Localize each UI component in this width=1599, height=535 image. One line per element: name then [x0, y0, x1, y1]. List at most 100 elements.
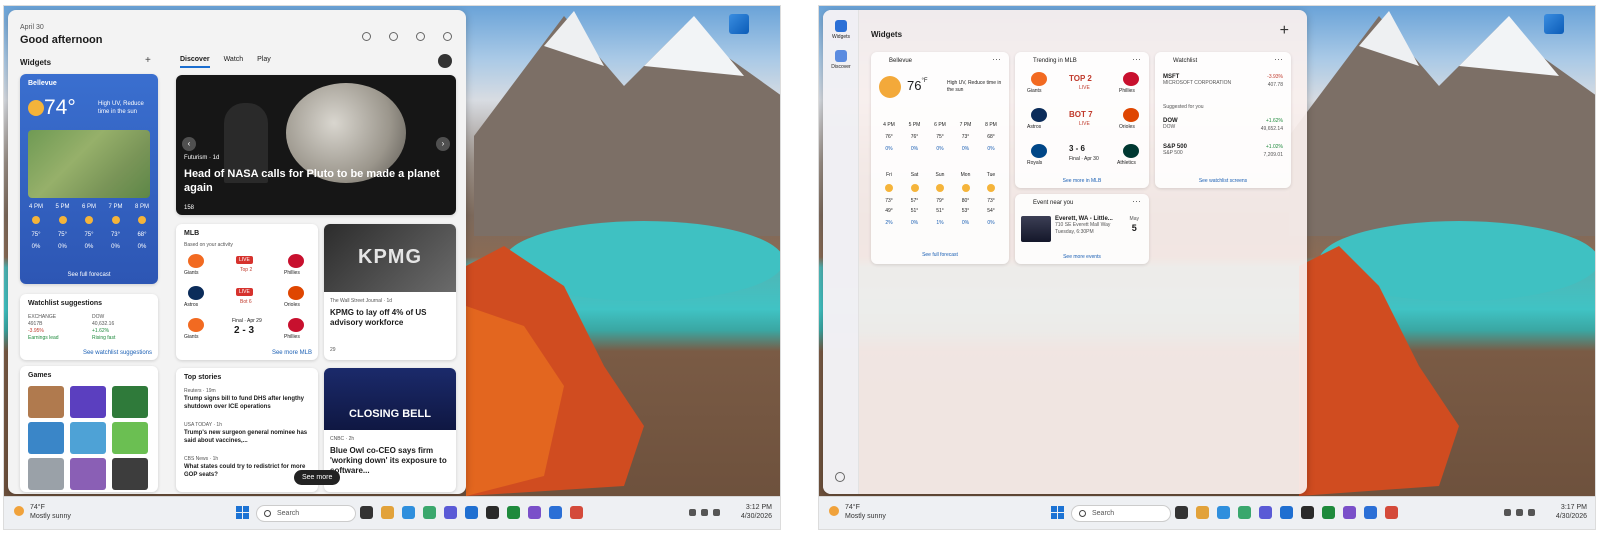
game-row[interactable]: Giants LIVE Top 2 Phillies [184, 254, 310, 278]
folder-icon[interactable] [381, 506, 394, 519]
settings-icon[interactable] [443, 32, 452, 41]
trending-mlb-widget[interactable]: Trending in MLB ··· Giants TOP 2 LIVE Ph… [1015, 52, 1149, 188]
more-options-icon[interactable]: ··· [1132, 54, 1141, 64]
hero-title[interactable]: Head of NASA calls for Pluto to be made … [184, 167, 449, 195]
stock-row[interactable]: DOW DOW +1.62% 49,652.14 [1163, 118, 1283, 132]
see-more-button[interactable]: See more [294, 470, 341, 485]
see-more-events-link[interactable]: See more events [1015, 254, 1149, 260]
watchlist-widget[interactable]: Watchlist ··· MSFT MICROSOFT CORPORATION… [1155, 52, 1291, 188]
game-tile[interactable] [28, 458, 64, 490]
games-widget[interactable]: Games [20, 366, 158, 492]
taskbar-search[interactable]: Search [256, 505, 356, 522]
edge-icon[interactable] [1217, 506, 1230, 519]
story-item[interactable]: Reuters · 19m Trump signs bill to fund D… [184, 388, 310, 411]
tab-watch[interactable]: Watch [224, 56, 244, 68]
full-forecast-link[interactable]: See full forecast [20, 272, 158, 278]
game-tile[interactable] [112, 458, 148, 490]
story-likes[interactable]: 29 [330, 347, 336, 354]
watchlist-link[interactable]: See watchlist suggestions [83, 350, 152, 356]
stock-tile[interactable]: DOW 40,632.16 +1.62% Rising fast [92, 314, 150, 342]
weather-widget[interactable]: Bellevue 74° High UV, Reduce time in the… [20, 74, 158, 284]
taskbar-clock[interactable]: 3:17 PM 4/30/2026 [1556, 503, 1587, 521]
story-title[interactable]: KPMG to lay off 4% of US advisory workfo… [330, 308, 450, 328]
tab-play[interactable]: Play [257, 56, 271, 68]
app-icon[interactable] [1364, 506, 1377, 519]
more-options-icon[interactable]: ··· [1132, 196, 1141, 206]
hero-likes[interactable]: 158 [184, 205, 194, 211]
weather-widget[interactable]: Bellevue ··· 76°F High UV, Reduce time i… [871, 52, 1009, 264]
app-icon[interactable] [1175, 506, 1188, 519]
app-icon[interactable] [465, 506, 478, 519]
folder-icon[interactable] [1196, 506, 1209, 519]
app-icon[interactable] [1301, 506, 1314, 519]
closing-bell-story[interactable]: CLOSING BELL CNBC · 2h Blue Owl co-CEO s… [324, 368, 456, 492]
taskbar-search[interactable]: Search [1071, 505, 1171, 522]
app-icon[interactable] [1385, 506, 1398, 519]
desktop-shortcut-icon[interactable] [1544, 14, 1564, 34]
edge-icon[interactable] [402, 506, 415, 519]
story-title[interactable]: Blue Owl co-CEO says firm 'working down'… [330, 446, 450, 476]
app-icon[interactable] [549, 506, 562, 519]
app-icon[interactable] [1280, 506, 1293, 519]
settings-icon[interactable] [835, 472, 845, 482]
pin-icon[interactable] [416, 32, 425, 41]
weather-map[interactable] [28, 130, 150, 198]
see-more-mlb-link[interactable]: See more MLB [272, 350, 312, 356]
kpmg-story[interactable]: KPMG The Wall Street Journal · 1d KPMG t… [324, 224, 456, 360]
battery-icon[interactable] [713, 509, 720, 516]
avatar[interactable] [438, 54, 452, 68]
refresh-icon[interactable] [362, 32, 371, 41]
app-icon[interactable] [423, 506, 436, 519]
game-tile[interactable] [28, 422, 64, 454]
game-row[interactable]: Giants TOP 2 LIVE Phillies [1023, 72, 1141, 96]
game-row[interactable]: Astros LIVE Bot 6 Orioles [184, 286, 310, 310]
mlb-card[interactable]: MLB Based on your activity Giants LIVE T… [176, 224, 318, 360]
see-more-mlb-link[interactable]: See more in MLB [1015, 178, 1149, 184]
wifi-icon[interactable] [1504, 509, 1511, 516]
app-icon[interactable] [507, 506, 520, 519]
start-icon[interactable] [1051, 506, 1065, 520]
more-options-icon[interactable]: ··· [1274, 54, 1283, 64]
taskbar-weather[interactable]: 74°F Mostly sunny [829, 503, 886, 521]
taskbar-weather[interactable]: 74°F Mostly sunny [14, 503, 71, 521]
app-icon[interactable] [570, 506, 583, 519]
game-row[interactable]: Royals 3 - 6 Final · Apr 30 Athletics [1023, 144, 1141, 168]
app-icon[interactable] [528, 506, 541, 519]
expand-icon[interactable] [389, 32, 398, 41]
game-tile[interactable] [70, 422, 106, 454]
game-row[interactable]: Giants Final · Apr 29 2 - 3 Phillies [184, 318, 310, 342]
game-tile[interactable] [112, 386, 148, 418]
game-tile[interactable] [28, 386, 64, 418]
prev-arrow-icon[interactable]: ‹ [182, 137, 196, 151]
app-icon[interactable] [1322, 506, 1335, 519]
stock-row[interactable]: MSFT MICROSOFT CORPORATION -3.93% 407.78 [1163, 74, 1283, 88]
stock-row[interactable]: S&P 500 S&P 500 +1.02% 7,209.01 [1163, 144, 1283, 158]
app-icon[interactable] [360, 506, 373, 519]
wifi-icon[interactable] [689, 509, 696, 516]
stock-tile[interactable]: EXCHANGE 4917B -3.95% Earnings lead [28, 314, 86, 342]
add-widget-icon[interactable]: + [145, 55, 151, 66]
story-item[interactable]: USA TODAY · 1h Trump's new surgeon gener… [184, 422, 310, 445]
start-icon[interactable] [236, 506, 250, 520]
game-tile[interactable] [70, 386, 106, 418]
watchlist-link[interactable]: See watchlist screens [1155, 178, 1291, 184]
volume-icon[interactable] [701, 509, 708, 516]
app-icon[interactable] [1238, 506, 1251, 519]
nav-widgets[interactable]: Widgets [823, 20, 859, 40]
battery-icon[interactable] [1528, 509, 1535, 516]
watchlist-suggestions-widget[interactable]: Watchlist suggestions EXCHANGE 4917B -3.… [20, 294, 158, 360]
add-widget-icon[interactable]: + [1280, 22, 1289, 40]
taskbar-clock[interactable]: 3:12 PM 4/30/2026 [741, 503, 772, 521]
game-row[interactable]: Astros BOT 7 LIVE Orioles [1023, 108, 1141, 132]
nav-discover[interactable]: Discover [823, 50, 859, 70]
desktop-shortcut-icon[interactable] [729, 14, 749, 34]
tab-discover[interactable]: Discover [180, 56, 210, 68]
volume-icon[interactable] [1516, 509, 1523, 516]
next-arrow-icon[interactable]: › [436, 137, 450, 151]
app-icon[interactable] [486, 506, 499, 519]
full-forecast-link[interactable]: See full forecast [871, 252, 1009, 258]
app-icon[interactable] [1343, 506, 1356, 519]
story-item[interactable]: CBS News · 1h What states could try to r… [184, 456, 310, 479]
hero-story[interactable]: ‹ › Futurism · 1d Head of NASA calls for… [176, 75, 456, 215]
game-tile[interactable] [112, 422, 148, 454]
